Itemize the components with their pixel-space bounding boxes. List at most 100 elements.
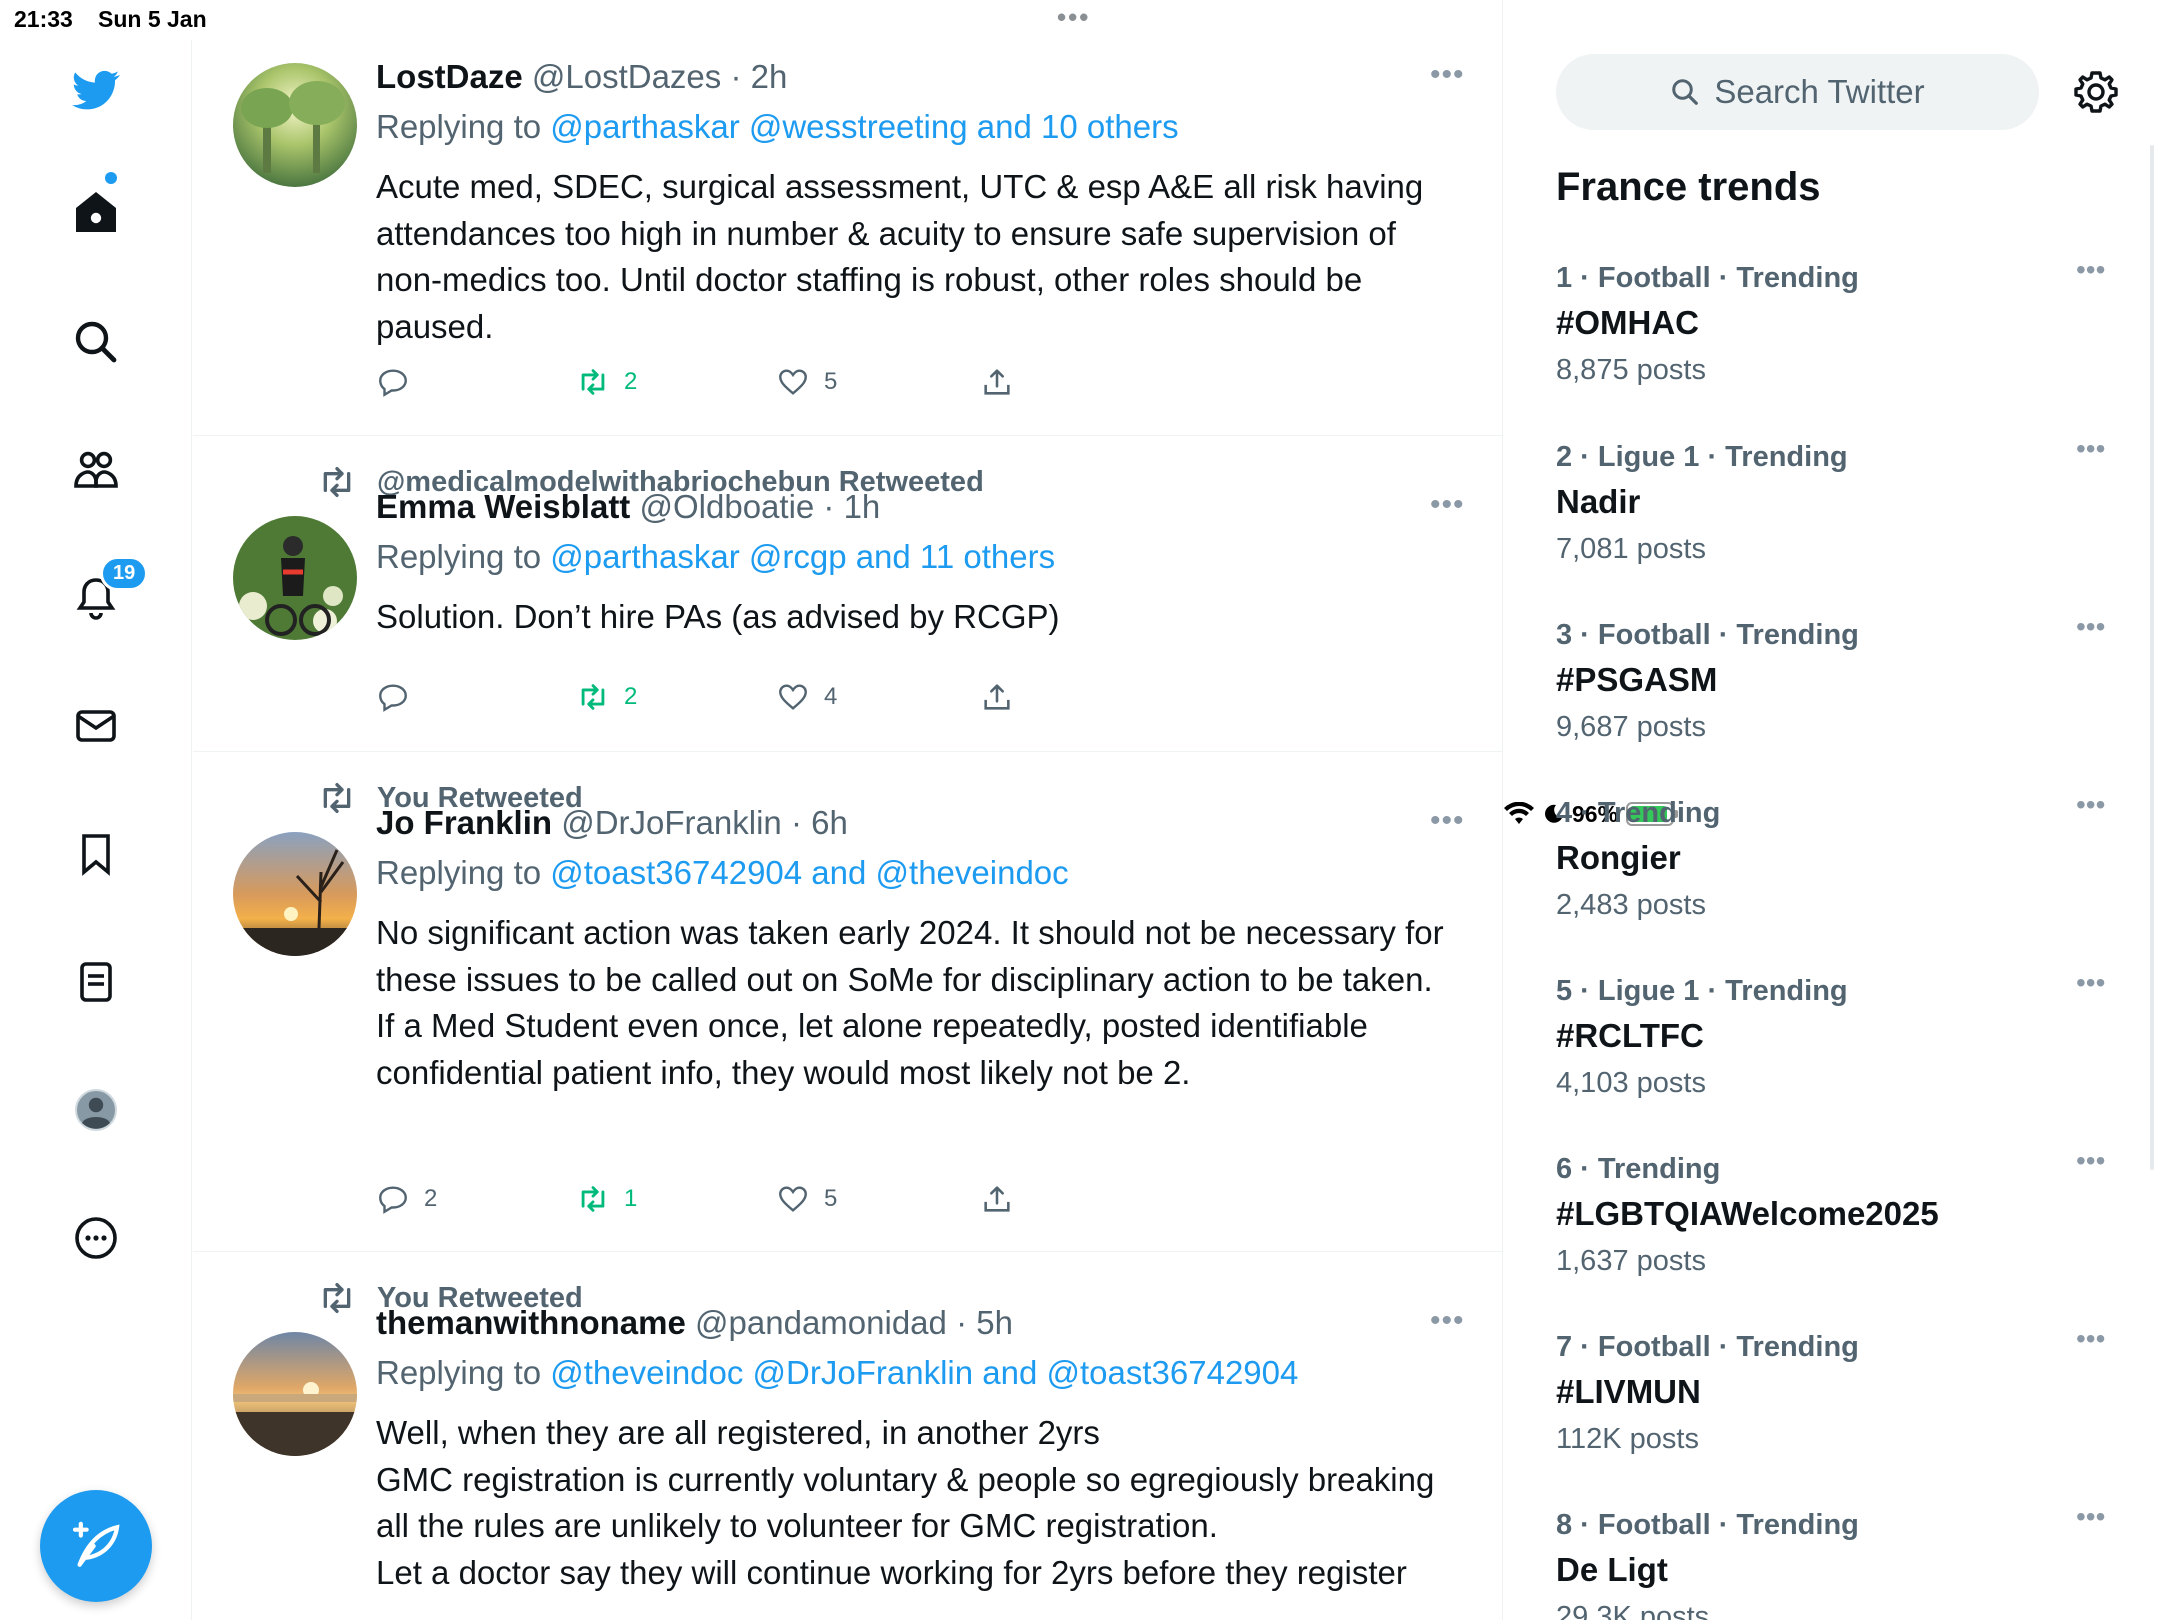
like-count: 5 — [824, 368, 838, 395]
retweet-count: 2 — [624, 368, 638, 395]
lists-icon[interactable] — [66, 952, 126, 1012]
avatar[interactable] — [233, 516, 357, 640]
trend-item[interactable]: 5 · Ligue 1 · Trending #RCLTFC 4,103 pos… — [1556, 967, 2116, 1153]
tweet[interactable]: You Retweeted Jo Franklin @DrJoFranklin … — [193, 752, 1502, 1252]
replying-to: Replying to @theveindoc @DrJoFranklin an… — [376, 1354, 1298, 1392]
replying-to-label: Replying to — [376, 854, 551, 891]
trend-item[interactable]: 1 · Football · Trending #OMHAC 8,875 pos… — [1556, 254, 2116, 440]
share-button[interactable] — [980, 680, 1014, 714]
trend-name: #LIVMUN — [1556, 1373, 1701, 1410]
reply-icon — [379, 684, 407, 712]
settings-gear-icon[interactable] — [2072, 68, 2120, 116]
trend-item[interactable]: 3 · Football · Trending #PSGASM 9,687 po… — [1556, 611, 2116, 797]
tweet-text: Solution. Don’t hire PAs (as advised by … — [376, 598, 1060, 635]
tweet[interactable]: You Retweeted themanwithnoname @pandamon… — [193, 1252, 1502, 1620]
share-icon — [984, 1186, 1010, 1212]
tweet-text-line: GMC registration is currently voluntary … — [376, 1460, 1435, 1545]
tweet-more-icon[interactable]: ••• — [1430, 58, 1465, 92]
avatar[interactable] — [233, 832, 357, 956]
reply-button[interactable] — [376, 680, 424, 714]
tweet-time[interactable]: · 2h — [730, 58, 787, 95]
messages-mail-icon[interactable] — [66, 696, 126, 756]
trend-item[interactable]: 8 · Football · Trending De Ligt 29.3K po… — [1556, 1509, 2116, 1620]
author-handle[interactable]: @Oldboatie — [639, 488, 814, 525]
retweet-button[interactable]: 2 — [576, 680, 637, 714]
reply-button[interactable] — [376, 365, 424, 399]
retweet-button[interactable]: 1 — [576, 1182, 637, 1216]
trend-item[interactable]: 4 · Trending Rongier 2,483 posts ••• — [1556, 789, 2116, 975]
bookmark-icon[interactable] — [66, 824, 126, 884]
reply-mentions-link[interactable]: @parthaskar @rcgp and 11 others — [550, 538, 1055, 575]
trend-more-icon[interactable]: ••• — [2076, 967, 2105, 999]
tweet-time[interactable]: · 1h — [823, 488, 880, 525]
author-handle[interactable]: @LostDazes — [532, 58, 721, 95]
tweet-more-icon[interactable]: ••• — [1430, 488, 1465, 522]
profile-avatar-icon[interactable] — [66, 1080, 126, 1140]
replying-to: Replying to @toast36742904 and @theveind… — [376, 854, 1069, 892]
replying-to-label: Replying to — [376, 1354, 551, 1391]
home-unread-dot — [105, 172, 117, 184]
trend-name: #LGBTQIAWelcome2025 — [1556, 1195, 1939, 1232]
trend-more-icon[interactable]: ••• — [2076, 611, 2105, 643]
trend-more-icon[interactable]: ••• — [2076, 1145, 2105, 1177]
author-name[interactable]: Emma Weisblatt — [376, 488, 630, 525]
replying-to-label: Replying to — [376, 538, 551, 575]
search-placeholder: Search Twitter — [1714, 73, 1925, 110]
tweet-text-line: No significant action was taken early 20… — [376, 914, 1444, 998]
tweet-header: LostDaze @LostDazes · 2h — [376, 58, 787, 96]
home-icon[interactable] — [66, 182, 126, 242]
timeline-feed[interactable]: LostDaze @LostDazes · 2h ••• Replying to… — [193, 0, 1503, 1620]
tweet[interactable]: LostDaze @LostDazes · 2h ••• Replying to… — [193, 0, 1502, 436]
trend-item[interactable]: 7 · Football · Trending #LIVMUN 112K pos… — [1556, 1323, 2116, 1509]
trend-more-icon[interactable]: ••• — [2076, 1509, 2105, 1533]
author-name[interactable]: Jo Franklin — [376, 804, 552, 841]
reply-mentions-link[interactable]: @parthaskar @wesstreeting and 10 others — [550, 108, 1178, 145]
trend-more-icon[interactable]: ••• — [2076, 789, 2105, 821]
trend-name: De Ligt — [1556, 1551, 1668, 1588]
share-icon — [984, 684, 1010, 710]
tweet-time[interactable]: · 5h — [956, 1304, 1013, 1341]
avatar[interactable] — [233, 63, 357, 187]
trend-item[interactable]: 6 · Trending #LGBTQIAWelcome2025 1,637 p… — [1556, 1145, 2116, 1331]
trend-more-icon[interactable]: ••• — [2076, 433, 2105, 465]
trend-more-icon[interactable]: ••• — [2076, 1323, 2105, 1355]
share-button[interactable] — [980, 365, 1014, 399]
retweet-count: 1 — [624, 1185, 638, 1212]
author-handle[interactable]: @pandamonidad — [695, 1304, 947, 1341]
trend-more-icon[interactable]: ••• — [2076, 254, 2105, 286]
more-options-icon[interactable] — [66, 1208, 126, 1268]
tweet-text: No significant action was taken early 20… — [376, 910, 1466, 1096]
trend-posts: 1,637 posts — [1556, 1245, 1706, 1277]
search-icon[interactable] — [66, 312, 126, 372]
like-button[interactable]: 5 — [776, 365, 837, 399]
author-name[interactable]: themanwithnoname — [376, 1304, 686, 1341]
tweet-text: Acute med, SDEC, surgical assessment, UT… — [376, 168, 1424, 345]
trend-item[interactable]: 2 · Ligue 1 · Trending Nadir 7,081 posts… — [1556, 433, 2116, 619]
like-button[interactable]: 5 — [776, 1182, 837, 1216]
twitter-logo-icon[interactable] — [66, 60, 126, 120]
share-button[interactable] — [980, 1182, 1014, 1216]
trend-posts: 29.3K posts — [1556, 1601, 1710, 1620]
communities-icon[interactable] — [66, 440, 126, 500]
heart-icon — [779, 1186, 807, 1212]
tweet-more-icon[interactable]: ••• — [1430, 804, 1465, 838]
author-name[interactable]: LostDaze — [376, 58, 523, 95]
retweet-button[interactable]: 2 — [576, 365, 637, 399]
reply-mentions-link[interactable]: @theveindoc @DrJoFranklin and @toast3674… — [550, 1354, 1298, 1391]
trend-meta: 2 · Ligue 1 · Trending — [1556, 441, 1848, 473]
notification-count-badge: 19 — [100, 556, 149, 591]
tweet[interactable]: @medicalmodelwithabriochebun Retweeted E… — [193, 436, 1502, 752]
tweet-time[interactable]: · 6h — [791, 804, 848, 841]
reply-button[interactable]: 2 — [376, 1182, 437, 1216]
reply-mentions-link[interactable]: @toast36742904 and @theveindoc — [550, 854, 1068, 891]
retweet-icon — [581, 369, 605, 395]
search-bar[interactable]: Search Twitter — [1556, 54, 2039, 130]
avatar[interactable] — [233, 1332, 357, 1456]
sidebar-scrollbar[interactable] — [2150, 145, 2154, 1170]
tweet-more-icon[interactable]: ••• — [1430, 1304, 1465, 1338]
like-button[interactable]: 4 — [776, 680, 837, 714]
tweet-actions: 2 1 5 — [376, 1182, 1076, 1222]
compose-tweet-button[interactable] — [40, 1490, 152, 1602]
author-handle[interactable]: @DrJoFranklin — [561, 804, 782, 841]
trend-meta: 3 · Football · Trending — [1556, 619, 1859, 651]
